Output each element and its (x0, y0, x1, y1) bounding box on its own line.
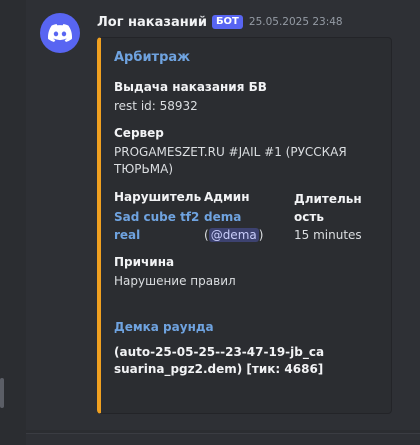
avatar[interactable] (40, 13, 80, 53)
field-server-value: PROGAMESZET.RU #JAIL #1 (РУССКАЯ ТЮРЬМА) (114, 145, 347, 176)
admin-paren-close: ) (258, 228, 264, 242)
field-duration-name: Длительность (294, 192, 362, 224)
admin-mention[interactable]: @dema (208, 228, 259, 242)
field-admin-value: dema (@dema) (204, 208, 292, 244)
admin-paren-open: ( (204, 228, 209, 242)
field-admin-name: Админ (204, 190, 250, 204)
message-timestamp[interactable]: 25.05.2025 23:48 (249, 16, 343, 28)
field-server-name: Сервер (114, 126, 164, 140)
field-duration-value: 15 minutes (294, 228, 362, 242)
next-message-area (26, 433, 420, 445)
demo-title: Демка раунда (114, 320, 214, 334)
embed-card: Арбитраж Выдача наказания БВ rest id: 58… (97, 37, 392, 414)
author-name[interactable]: Лог наказаний (97, 15, 207, 30)
field-punishment-name: Выдача наказания БВ (114, 80, 267, 94)
demo-value: (auto-25-05-25--23-47-19-jb_casuarina_pg… (114, 345, 325, 376)
chat-view: Лог наказаний БОТ 25.05.2025 23:48 Арбит… (0, 0, 420, 445)
bot-badge: БОТ (211, 15, 243, 29)
field-reason-value: Нарушение правил (114, 274, 236, 288)
field-violator-name: Нарушитель (114, 190, 202, 204)
field-punishment-value: rest id: 58932 (114, 99, 198, 113)
field-reason-name: Причина (114, 255, 175, 269)
admin-link[interactable]: dema (204, 208, 292, 226)
scrollbar-thumb[interactable] (0, 378, 4, 408)
violator-link[interactable]: Sad cube tf2 real (114, 208, 200, 244)
message-header: Лог наказаний БОТ 25.05.2025 23:48 (97, 13, 343, 31)
embed-title: Арбитраж (114, 50, 191, 65)
discord-logo-icon (48, 24, 72, 42)
